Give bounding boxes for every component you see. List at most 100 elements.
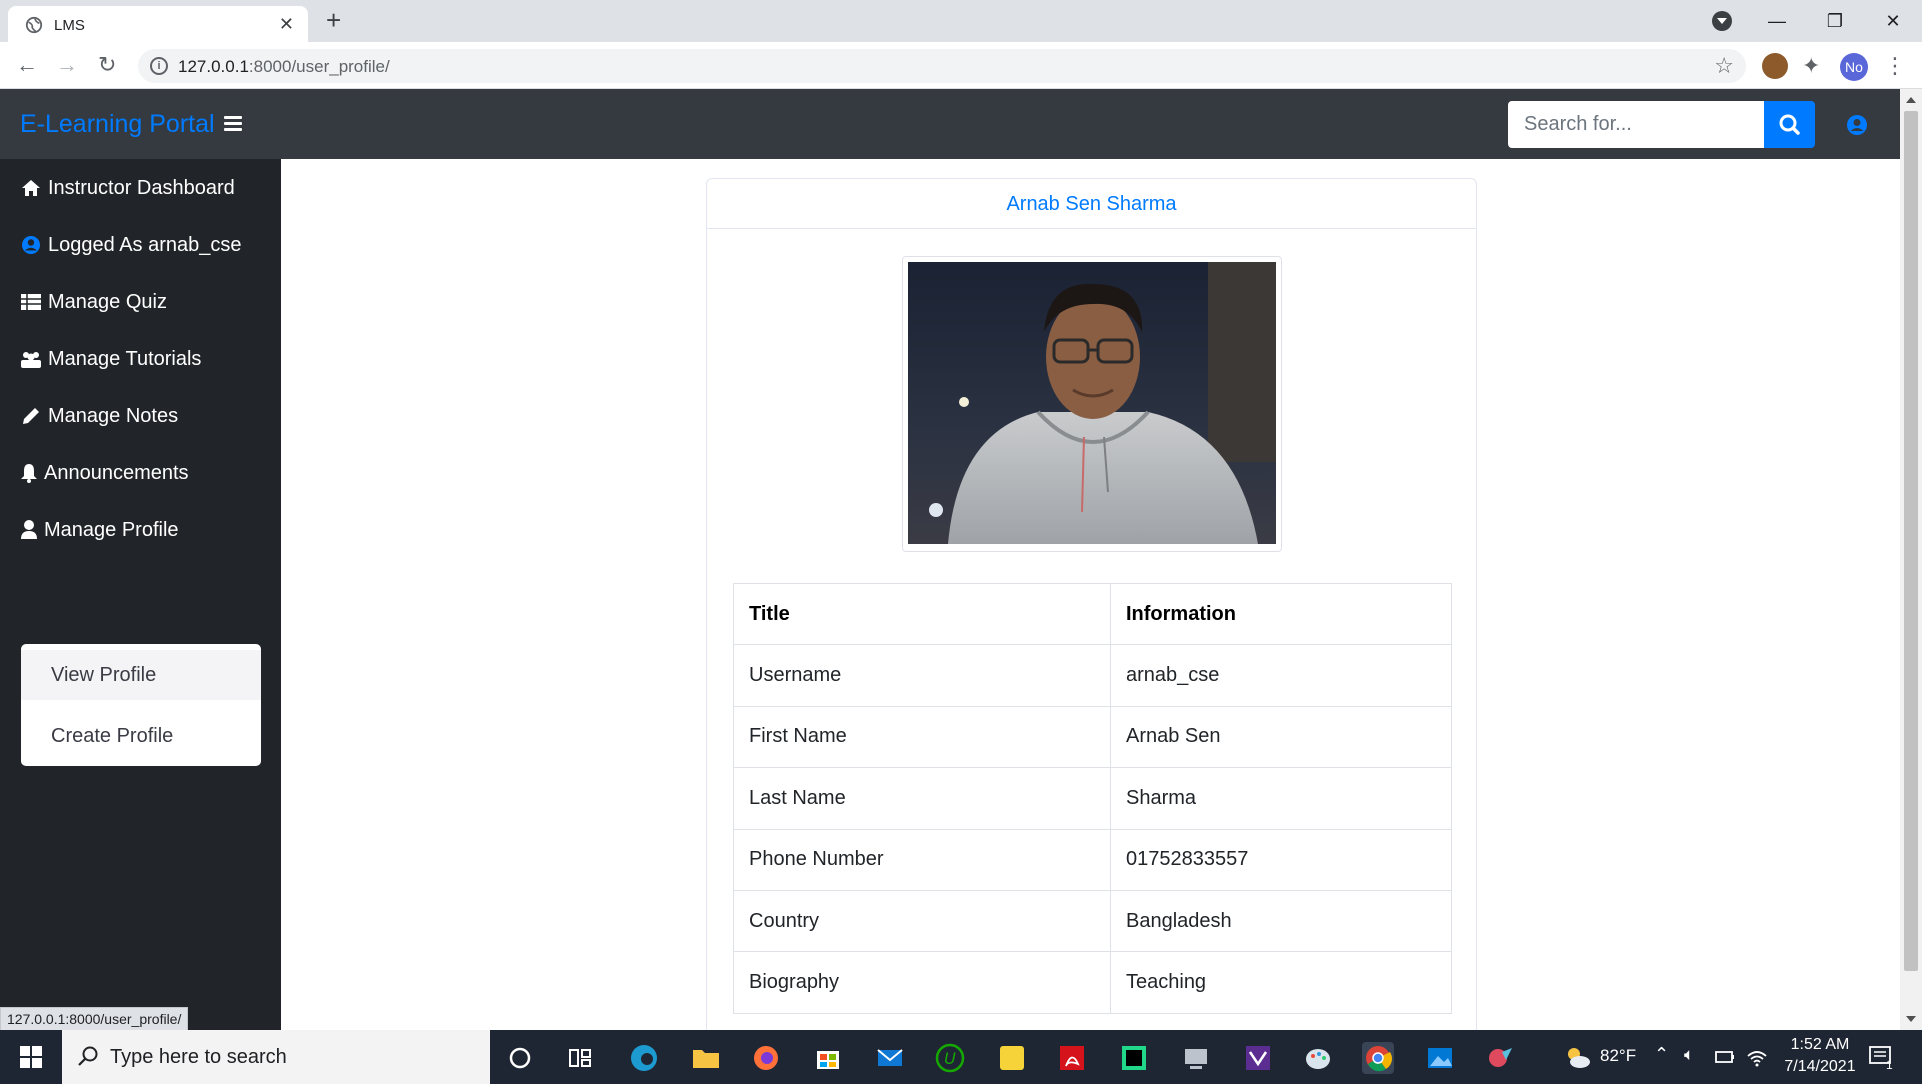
profile-info-table: Title Information Username arnab_cse Firs… — [733, 582, 1452, 1014]
sidebar-item-label: Manage Notes — [48, 404, 179, 427]
taskbar-search-box[interactable]: Type here to search — [62, 1030, 490, 1084]
sidebar-item-logged-as[interactable]: Logged As arnab_cse — [20, 230, 242, 260]
taskbar-search-text: Type here to search — [110, 1046, 287, 1068]
row-info: Sharma — [1110, 767, 1452, 830]
browser-menu-icon[interactable]: ⋮ — [1884, 53, 1910, 79]
table-header-row: Title Information — [733, 582, 1452, 646]
remote-desktop-icon[interactable] — [1180, 1042, 1212, 1074]
row-title: Phone Number — [733, 828, 1111, 891]
new-tab-button[interactable]: + — [326, 6, 341, 34]
photos-icon[interactable] — [1424, 1042, 1456, 1074]
search-icon — [1779, 114, 1800, 135]
profile-photo — [908, 262, 1276, 544]
top-navbar: E-Learning Portal — [0, 89, 1900, 159]
paint-icon[interactable] — [1302, 1042, 1334, 1074]
row-title: Biography — [733, 951, 1111, 1014]
battery-icon[interactable] — [1714, 1046, 1736, 1068]
sidebar-item-manage-tutorials[interactable]: Manage Tutorials — [20, 344, 201, 374]
extensions-puzzle-icon[interactable]: ✦ — [1802, 53, 1828, 79]
page-scrollbar[interactable] — [1900, 89, 1922, 1030]
close-window-button[interactable]: ✕ — [1864, 11, 1922, 32]
minimize-button[interactable]: — — [1748, 11, 1806, 32]
scroll-up-arrow-icon[interactable] — [1906, 97, 1916, 103]
brand-link[interactable]: E-Learning Portal — [20, 110, 215, 139]
user-circle-icon[interactable] — [1846, 114, 1868, 136]
wifi-icon[interactable] — [1746, 1046, 1768, 1068]
volume-icon[interactable]: 🔈︎ — [1684, 1045, 1694, 1065]
sidebar-item-label: Manage Quiz — [48, 290, 167, 313]
cookie-extension-icon[interactable] — [1762, 53, 1788, 79]
column-header: Title — [733, 582, 1111, 646]
forward-arrow-icon[interactable]: → — [56, 52, 78, 78]
task-view-icon[interactable] — [564, 1042, 596, 1074]
user-circle-icon — [22, 236, 40, 254]
profile-name: Arnab Sen Sharma — [707, 179, 1476, 229]
notification-count: 1 — [1886, 1058, 1893, 1072]
pencil-icon — [23, 408, 39, 424]
sidebar-item-manage-profile[interactable]: Manage Profile — [20, 515, 179, 545]
sidebar-item-manage-notes[interactable]: Manage Notes — [20, 401, 178, 431]
scroll-thumb[interactable] — [1904, 111, 1918, 971]
scroll-down-arrow-icon[interactable] — [1906, 1016, 1916, 1022]
table-row: Phone Number 01752833557 — [733, 828, 1452, 891]
microsoft-store-icon[interactable] — [812, 1042, 844, 1074]
chevron-up-icon[interactable]: ⌃ — [1654, 1044, 1669, 1065]
snip-sketch-icon[interactable] — [1484, 1042, 1516, 1074]
browser-tab[interactable]: LMS ✕ — [8, 6, 308, 42]
clock-date[interactable]: 7/14/2021 — [1777, 1058, 1863, 1076]
site-info-icon[interactable]: i — [150, 57, 168, 75]
windows-start-icon[interactable] — [20, 1046, 42, 1068]
sidebar-item-announcements[interactable]: Announcements — [20, 458, 189, 488]
sidebar-item-label: Manage Tutorials — [48, 347, 202, 370]
tab-search-icon[interactable] — [1712, 11, 1732, 31]
media-player-icon[interactable] — [996, 1042, 1028, 1074]
sidebar-item-label: Instructor Dashboard — [48, 176, 235, 199]
status-bar-url: 127.0.0.1:8000/user_profile/ — [0, 1007, 189, 1031]
url-text: 127.0.0.1:8000/user_profile/ — [178, 57, 390, 76]
row-title: Last Name — [733, 767, 1111, 830]
row-info: arnab_cse — [1110, 644, 1452, 707]
sidebar-item-label: Logged As arnab_cse — [48, 233, 242, 256]
clock-time[interactable]: 1:52 AM — [1785, 1036, 1855, 1054]
create-profile-link[interactable]: Create Profile — [21, 711, 261, 761]
pycharm-icon[interactable] — [1118, 1042, 1150, 1074]
bookmark-star-icon[interactable]: ☆ — [1714, 53, 1734, 79]
search-button[interactable] — [1764, 101, 1815, 148]
tab-close-icon[interactable]: ✕ — [279, 14, 294, 35]
mail-icon[interactable] — [874, 1042, 906, 1074]
sidebar-item-manage-quiz[interactable]: Manage Quiz — [20, 287, 167, 317]
row-info: Arnab Sen — [1110, 705, 1452, 769]
view-profile-link[interactable]: View Profile — [21, 650, 261, 700]
restore-button[interactable]: ❐ — [1806, 11, 1864, 32]
profile-card: Arnab Sen Sharma Title Information Usern… — [706, 178, 1477, 1038]
table-row: Username arnab_cse — [733, 644, 1452, 707]
firefox-icon[interactable] — [750, 1042, 782, 1074]
table-row: Biography Teaching — [733, 951, 1452, 1014]
browser-toolbar: ← → ↻ i 127.0.0.1:8000/user_profile/ ☆ ✦… — [0, 42, 1922, 89]
chrome-icon[interactable] — [1362, 1042, 1394, 1074]
windows-taskbar: Type here to search U 82°F ⌃ 🔈︎ 1:52 AM … — [0, 1030, 1922, 1084]
table-icon — [21, 294, 41, 310]
visual-studio-icon[interactable] — [1242, 1042, 1274, 1074]
profile-submenu: View Profile Create Profile — [21, 644, 261, 766]
reload-icon[interactable]: ↻ — [98, 52, 116, 78]
column-header: Information — [1110, 582, 1452, 646]
sidebar-toggle-icon[interactable] — [224, 116, 242, 132]
sidebar-item-instructor-dashboard[interactable]: Instructor Dashboard — [20, 173, 235, 203]
search-input[interactable] — [1508, 101, 1764, 148]
address-bar[interactable]: i 127.0.0.1:8000/user_profile/ ☆ — [138, 49, 1746, 83]
table-row: First Name Arnab Sen — [733, 705, 1452, 769]
cortana-icon[interactable] — [504, 1042, 536, 1074]
file-explorer-icon[interactable] — [690, 1042, 722, 1074]
sidebar-item-label: Announcements — [44, 461, 189, 484]
edge-browser-icon[interactable] — [628, 1042, 660, 1074]
tab-title: LMS — [54, 17, 85, 34]
row-title: Username — [733, 644, 1111, 707]
browser-tab-strip: LMS ✕ + — ❐ ✕ — [0, 0, 1922, 42]
profile-avatar[interactable]: No — [1840, 53, 1868, 81]
acrobat-icon[interactable] — [1056, 1042, 1088, 1074]
back-arrow-icon[interactable]: ← — [16, 52, 38, 78]
row-info: Bangladesh — [1110, 889, 1452, 953]
upwork-icon[interactable]: U — [934, 1042, 966, 1074]
user-icon — [21, 520, 37, 539]
